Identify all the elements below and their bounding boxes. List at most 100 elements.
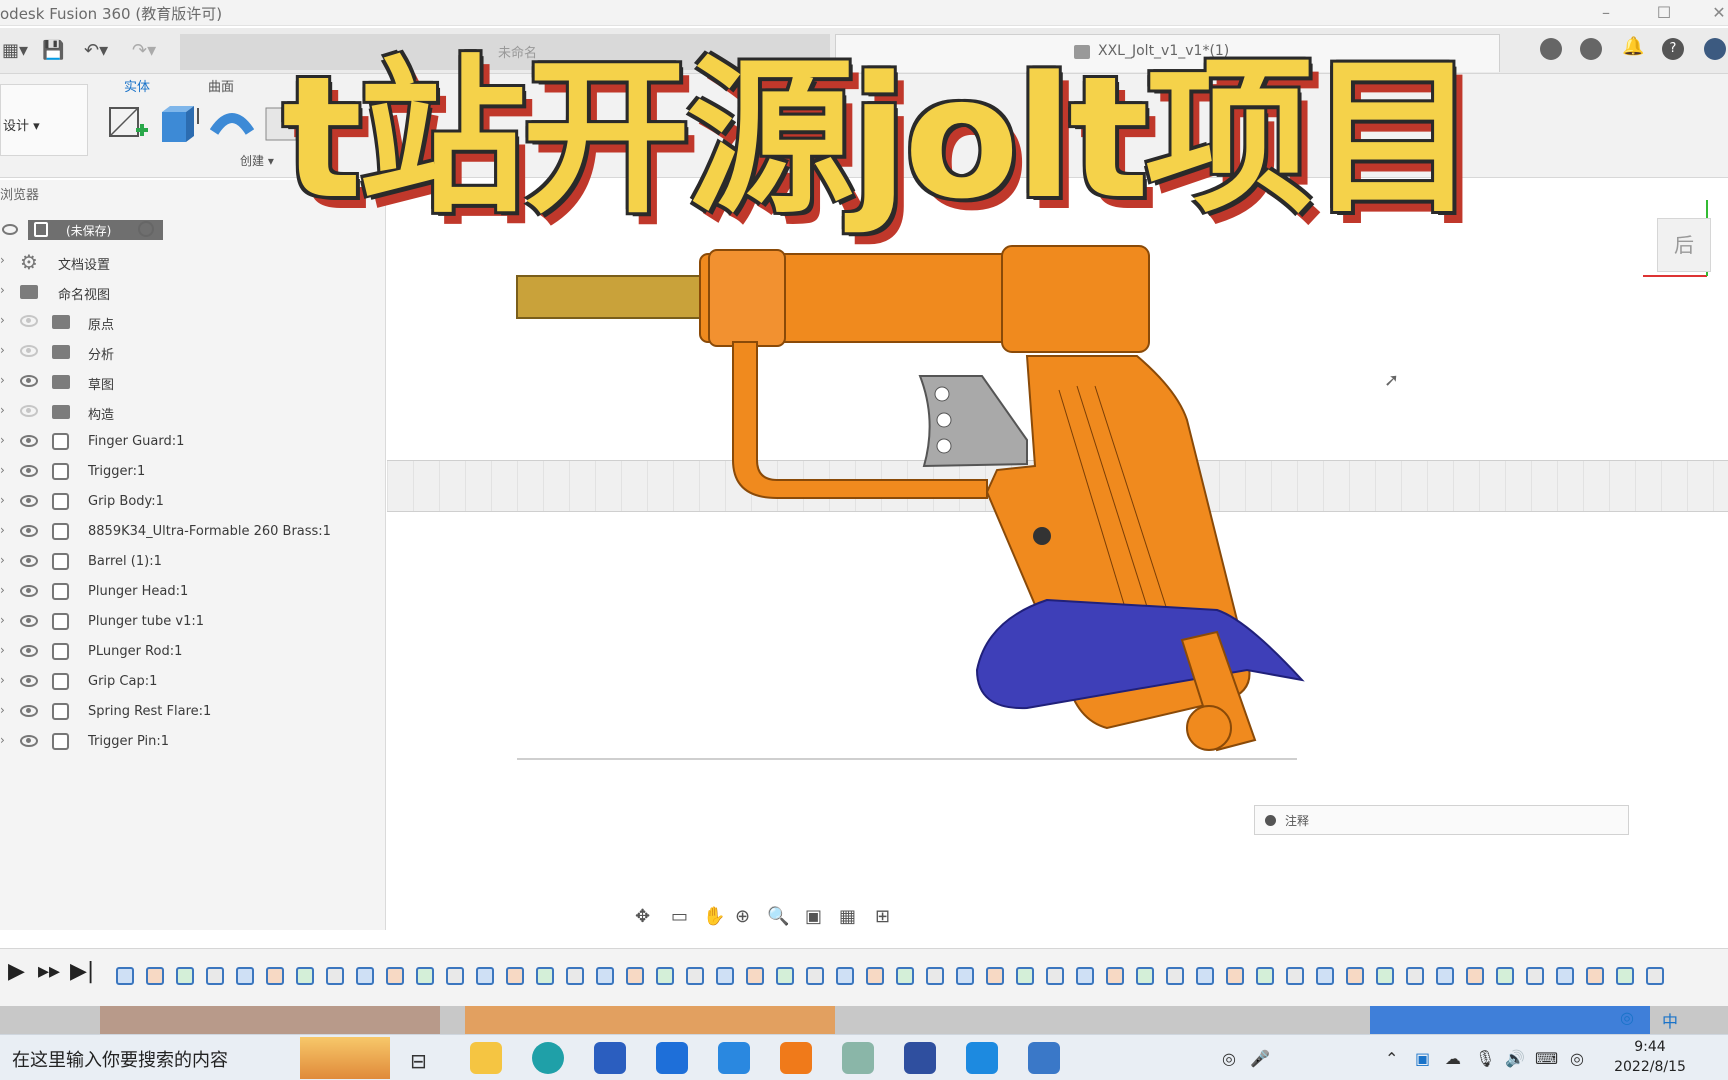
visibility-eye-icon[interactable] bbox=[20, 315, 38, 327]
browser-item[interactable]: › 草图 bbox=[0, 370, 380, 396]
tab-solid[interactable]: 实体 bbox=[124, 76, 150, 95]
browser-item[interactable]: › Plunger tube v1:1 bbox=[0, 610, 380, 636]
visibility-eye-icon[interactable] bbox=[20, 525, 38, 537]
activate-radio-icon[interactable] bbox=[138, 221, 154, 237]
browser-item[interactable]: › Spring Rest Flare:1 bbox=[0, 700, 380, 726]
expand-chevron-icon[interactable]: › bbox=[0, 523, 5, 537]
zoom-icon[interactable]: ⊕ bbox=[735, 906, 750, 927]
timeline-play-icon[interactable]: ▶ bbox=[8, 959, 25, 984]
timeline-feature-icon[interactable] bbox=[266, 967, 284, 985]
timeline-feature-icon[interactable] bbox=[866, 967, 884, 985]
create-menu-label[interactable]: 创建 ▾ bbox=[240, 152, 274, 169]
tray-app-icon[interactable]: ▣ bbox=[1415, 1049, 1430, 1068]
tab-surface[interactable]: 曲面 bbox=[208, 76, 234, 95]
save-icon[interactable]: 💾 bbox=[42, 40, 64, 61]
timeline-feature-icon[interactable] bbox=[836, 967, 854, 985]
expand-chevron-icon[interactable]: › bbox=[0, 703, 5, 717]
visibility-eye-icon[interactable] bbox=[20, 495, 38, 507]
visibility-eye-icon[interactable] bbox=[20, 435, 38, 447]
timeline-feature-icon[interactable] bbox=[1256, 967, 1274, 985]
orbit-icon[interactable]: ✥ bbox=[635, 906, 650, 927]
browser-item[interactable]: › 构造 bbox=[0, 400, 380, 426]
timeline-feature-icon[interactable] bbox=[1196, 967, 1214, 985]
undo-icon[interactable]: ↶▾ bbox=[84, 40, 108, 61]
tray-expand-icon[interactable]: ⌃ bbox=[1385, 1049, 1398, 1068]
expand-chevron-icon[interactable]: › bbox=[0, 463, 5, 477]
timeline-feature-icon[interactable] bbox=[626, 967, 644, 985]
extrude-button[interactable] bbox=[158, 102, 202, 146]
task-view-icon[interactable]: ⊟ bbox=[410, 1049, 427, 1073]
timeline-feature-icon[interactable] bbox=[806, 967, 824, 985]
edge-browser-icon[interactable] bbox=[532, 1042, 564, 1074]
timeline-feature-icon[interactable] bbox=[206, 967, 224, 985]
timeline-feature-icon[interactable] bbox=[476, 967, 494, 985]
timeline-feature-icon[interactable] bbox=[1436, 967, 1454, 985]
cloud-icon[interactable]: ☁ bbox=[1445, 1049, 1461, 1068]
expand-chevron-icon[interactable]: › bbox=[0, 553, 5, 567]
expand-chevron-icon[interactable]: › bbox=[0, 733, 5, 747]
file-explorer-icon[interactable] bbox=[470, 1042, 502, 1074]
visibility-eye-icon[interactable] bbox=[20, 585, 38, 597]
timeline-feature-icon[interactable] bbox=[1496, 967, 1514, 985]
browser-item[interactable]: › Trigger:1 bbox=[0, 460, 380, 486]
timeline-feature-icon[interactable] bbox=[746, 967, 764, 985]
timeline-feature-icon[interactable] bbox=[776, 967, 794, 985]
timeline-feature-icon[interactable] bbox=[1586, 967, 1604, 985]
timeline-feature-icon[interactable] bbox=[986, 967, 1004, 985]
expand-chevron-icon[interactable]: › bbox=[0, 493, 5, 507]
microphone-icon[interactable]: 🎤 bbox=[1250, 1049, 1270, 1068]
timeline-feature-icon[interactable] bbox=[146, 967, 164, 985]
maximize-button[interactable]: ☐ bbox=[1650, 2, 1678, 24]
browser-item[interactable]: › Trigger Pin:1 bbox=[0, 730, 380, 756]
browser-item[interactable]: › Grip Cap:1 bbox=[0, 670, 380, 696]
timeline-feature-icon[interactable] bbox=[176, 967, 194, 985]
root-visibility-icon[interactable] bbox=[2, 224, 18, 235]
browser-item[interactable]: › 8859K34_Ultra-Formable 260 Brass:1 bbox=[0, 520, 380, 546]
timeline-feature-icon[interactable] bbox=[956, 967, 974, 985]
minimize-button[interactable]: – bbox=[1592, 2, 1620, 24]
timeline-feature-icon[interactable] bbox=[1646, 967, 1664, 985]
timeline-feature-icon[interactable] bbox=[116, 967, 134, 985]
timeline-feature-icon[interactable] bbox=[1556, 967, 1574, 985]
app-icon-4[interactable] bbox=[656, 1042, 688, 1074]
visibility-eye-icon[interactable] bbox=[20, 345, 38, 357]
user-avatar[interactable] bbox=[1704, 38, 1726, 60]
timeline-feature-icon[interactable] bbox=[1046, 967, 1064, 985]
timeline-feature-icon[interactable] bbox=[416, 967, 434, 985]
create-sketch-button[interactable] bbox=[106, 102, 150, 146]
viewports-icon[interactable]: ⊞ bbox=[875, 906, 890, 927]
app-icon-5[interactable] bbox=[718, 1042, 750, 1074]
input-method-icon[interactable]: ⌨ bbox=[1535, 1049, 1558, 1068]
visibility-eye-icon[interactable] bbox=[20, 615, 38, 627]
timeline-feature-icon[interactable] bbox=[1166, 967, 1184, 985]
browser-item[interactable]: › Finger Guard:1 bbox=[0, 430, 380, 456]
visibility-eye-icon[interactable] bbox=[20, 645, 38, 657]
timeline-end-icon[interactable]: ▶| bbox=[70, 959, 94, 984]
browser-item[interactable]: › 原点 bbox=[0, 310, 380, 336]
visibility-eye-icon[interactable] bbox=[20, 375, 38, 387]
visibility-eye-icon[interactable] bbox=[20, 465, 38, 477]
grid-menu-icon[interactable]: ▦▾ bbox=[2, 40, 28, 61]
timeline-feature-icon[interactable] bbox=[716, 967, 734, 985]
timeline-feature-icon[interactable] bbox=[506, 967, 524, 985]
canvas-viewport[interactable]: 后 ➚ 注释 ✥ ▭ ✋ ⊕ 🔍 ▣ ▦ ⊞ bbox=[387, 180, 1728, 930]
timeline-feature-icon[interactable] bbox=[1406, 967, 1424, 985]
visibility-eye-icon[interactable] bbox=[20, 705, 38, 717]
timeline-feature-icon[interactable] bbox=[1286, 967, 1304, 985]
workspace-dropdown[interactable]: 设计 ▾ bbox=[0, 84, 88, 156]
visibility-eye-icon[interactable] bbox=[20, 675, 38, 687]
expand-chevron-icon[interactable]: › bbox=[0, 253, 5, 267]
timeline-feature-icon[interactable] bbox=[446, 967, 464, 985]
photos-icon[interactable] bbox=[1028, 1042, 1060, 1074]
help-icon[interactable]: ? bbox=[1662, 38, 1684, 60]
app-icon-7[interactable] bbox=[842, 1042, 874, 1074]
app-icon-8[interactable] bbox=[904, 1042, 936, 1074]
browser-item[interactable]: › ⚙ 文档设置 bbox=[0, 250, 380, 276]
expand-chevron-icon[interactable]: › bbox=[0, 343, 5, 357]
visibility-eye-icon[interactable] bbox=[20, 555, 38, 567]
comment-field[interactable]: 注释 bbox=[1254, 805, 1629, 835]
timeline-feature-icon[interactable] bbox=[296, 967, 314, 985]
look-at-icon[interactable]: ▭ bbox=[671, 906, 688, 927]
timeline-feature-icon[interactable] bbox=[236, 967, 254, 985]
redo-icon[interactable]: ↷▾ bbox=[132, 40, 156, 61]
